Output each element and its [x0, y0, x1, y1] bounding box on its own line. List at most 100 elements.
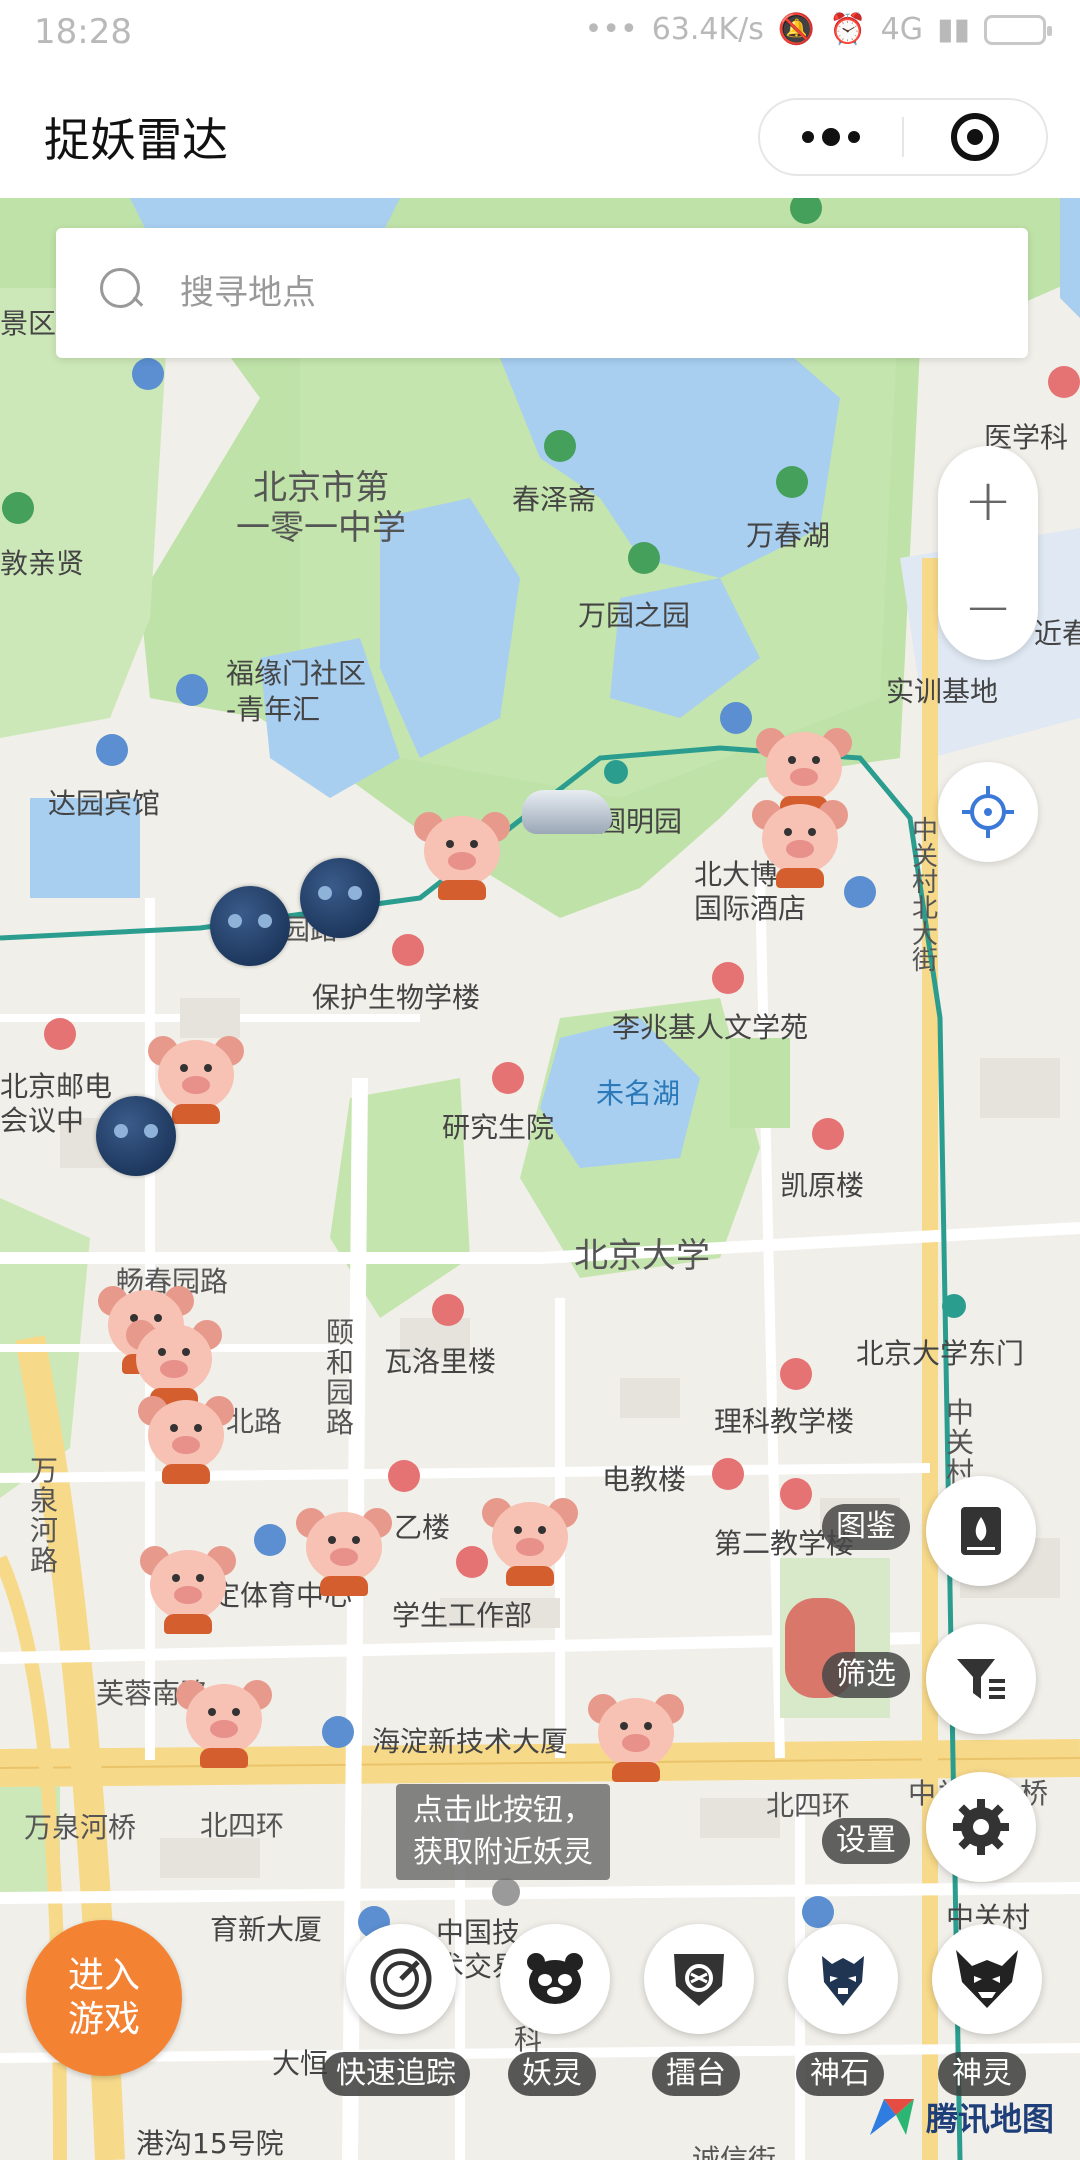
map-label-youdian: 北京邮电 会议中	[0, 1070, 113, 1137]
map-label-yuxin: 育新大厦	[210, 1913, 323, 1946]
monster-blue-marker[interactable]	[96, 1096, 176, 1176]
status-bar: 18:28 ••• 63.4K/s 🔕 ⏰ 4G ▮▮	[0, 0, 1080, 68]
more-dot-icon	[848, 131, 860, 143]
map-label-zhongguancun-bei: 中关村北大街	[912, 816, 939, 976]
deity-label: 神灵	[938, 2052, 1026, 2096]
signal-4g: 4G	[880, 12, 923, 47]
map-label-baohu: 保护生物学楼	[312, 981, 481, 1014]
monster-pig-marker[interactable]	[170, 1670, 278, 1774]
battery-icon	[984, 14, 1052, 45]
map-label-yilou: 乙楼	[394, 1511, 451, 1544]
monster-blue-marker[interactable]	[210, 886, 290, 966]
divine-stone-button[interactable]	[788, 1924, 898, 2034]
monster-pig-marker[interactable]	[582, 1684, 690, 1788]
hint-text: 点击此按钮， 获取附近妖灵	[413, 1793, 593, 1870]
monster-pig-marker[interactable]	[134, 1536, 242, 1640]
map-label-weiminghu: 未名湖	[596, 1077, 681, 1110]
enter-game-button[interactable]: 进入 游戏	[26, 1920, 182, 2076]
atlas-label: 图鉴	[822, 1504, 910, 1550]
map-label-gangou: 港沟15号院	[136, 2127, 284, 2160]
map-label-shixun: 实训基地	[886, 675, 999, 708]
map-label-dahen: 大恒	[272, 2047, 329, 2080]
close-miniprogram-button[interactable]	[904, 100, 1046, 174]
deity-button[interactable]	[932, 1924, 1042, 2034]
quick-track-label: 快速追踪	[322, 2052, 470, 2096]
settings-button[interactable]	[926, 1772, 1036, 1882]
map-label-jinchun: 近春	[1034, 617, 1080, 650]
map-label-jingxin: 诚信街	[692, 2143, 777, 2160]
map-label-yanjiusheng: 研究生院	[442, 1111, 555, 1144]
search-input[interactable]	[180, 258, 980, 328]
map-label-dianjiao: 电教楼	[602, 1463, 687, 1496]
map-label-beisihuan-west: 北四环	[200, 1809, 285, 1842]
horned-mask-icon	[956, 1950, 1018, 2008]
map-label-wanquanqiao: 万泉河桥	[24, 1811, 137, 1844]
monster-cloud-marker[interactable]	[522, 790, 612, 834]
signal-icon: ▮▮	[936, 12, 970, 47]
nearby-hint-tooltip: 点击此按钮， 获取附近妖灵	[396, 1784, 610, 1880]
zoom-control: + −	[938, 446, 1038, 660]
locate-button[interactable]	[938, 762, 1038, 862]
page-title: 捉妖雷达	[44, 113, 228, 167]
book-icon	[961, 1507, 1001, 1555]
gear-icon	[953, 1799, 1009, 1855]
map-label-waluoli: 瓦洛里楼	[384, 1345, 497, 1378]
quick-track-button[interactable]	[346, 1924, 456, 2034]
map-label-pku: 北京大学	[574, 1236, 710, 1276]
map-label-zhongguancun-dajie: 中 关 村	[946, 1396, 975, 1489]
search-icon	[100, 268, 144, 312]
map-label-dayuan: 达园宾馆	[48, 787, 161, 820]
miniprogram-capsule	[758, 98, 1048, 176]
settings-label: 设置	[822, 1818, 910, 1864]
monsters-button[interactable]	[500, 1924, 610, 2034]
map-label-wanyuan: 万园之园	[578, 599, 691, 632]
zoom-in-button[interactable]: +	[938, 446, 1038, 553]
map-label-lizhaoji: 李兆基人文学苑	[612, 1011, 809, 1044]
monster-pig-marker[interactable]	[476, 1488, 584, 1592]
target-close-icon	[950, 113, 999, 161]
arena-button[interactable]	[644, 1924, 754, 2034]
tencent-map-logo-icon	[870, 2099, 914, 2135]
filter-icon	[957, 1659, 1005, 1699]
panda-icon	[527, 1953, 583, 2004]
more-button[interactable]	[760, 100, 902, 174]
map-label-pkueast: 北京大学东门	[856, 1337, 1025, 1370]
filter-button[interactable]	[926, 1624, 1036, 1734]
filter-label: 筛选	[822, 1652, 910, 1698]
monster-pig-marker[interactable]	[132, 1386, 240, 1490]
monster-pig-marker[interactable]	[290, 1498, 398, 1602]
mute-icon: 🔕	[777, 12, 816, 47]
demon-mask-icon	[822, 1956, 864, 2006]
map-label-yiheyuan: 颐 和 园 路	[326, 1316, 355, 1439]
divine-stone-label: 神石	[796, 2052, 884, 2096]
enter-game-label: 进入 游戏	[67, 1955, 140, 2040]
map-label-school101: 北京市第 一零一中学	[236, 468, 406, 548]
map-label-haidian: 海淀新技术大厦	[372, 1725, 569, 1758]
monster-blue-marker[interactable]	[300, 858, 380, 938]
status-indicators: ••• 63.4K/s 🔕 ⏰ 4G ▮▮	[584, 12, 1052, 47]
arena-label: 擂台	[652, 2052, 740, 2096]
monster-pig-marker[interactable]	[746, 790, 854, 894]
map-label-kaiyuan: 凯原楼	[780, 1169, 865, 1202]
zoom-out-button[interactable]: −	[938, 553, 1038, 660]
map-label-jingqu: 景区	[0, 307, 57, 340]
map-label-xuesheng: 学生工作部	[392, 1599, 533, 1632]
alarm-icon: ⏰	[829, 12, 867, 47]
atlas-button[interactable]	[926, 1476, 1036, 1586]
map-label-qinxian: 敦亲贤	[0, 547, 85, 580]
more-dot-icon	[802, 131, 814, 143]
crosshair-icon	[962, 786, 1014, 838]
radar-icon	[370, 1948, 432, 2010]
monsters-label: 妖灵	[508, 2052, 596, 2096]
map-label-wanchunhu: 万春湖	[746, 519, 831, 552]
map-label-chunze: 春泽斋	[512, 483, 597, 516]
map-provider-logo: 腾讯地图	[866, 2094, 1054, 2140]
more-dot-icon	[822, 128, 840, 146]
dots-icon: •••	[584, 12, 638, 47]
map-label-wanquanhe: 万 泉 河 路	[30, 1454, 59, 1577]
map-provider-name: 腾讯地图	[926, 2100, 1055, 2138]
monster-pig-marker[interactable]	[408, 802, 516, 906]
network-speed: 63.4K/s	[651, 12, 764, 47]
title-bar: 捉妖雷达	[0, 68, 1080, 198]
search-bar[interactable]	[56, 228, 1028, 358]
